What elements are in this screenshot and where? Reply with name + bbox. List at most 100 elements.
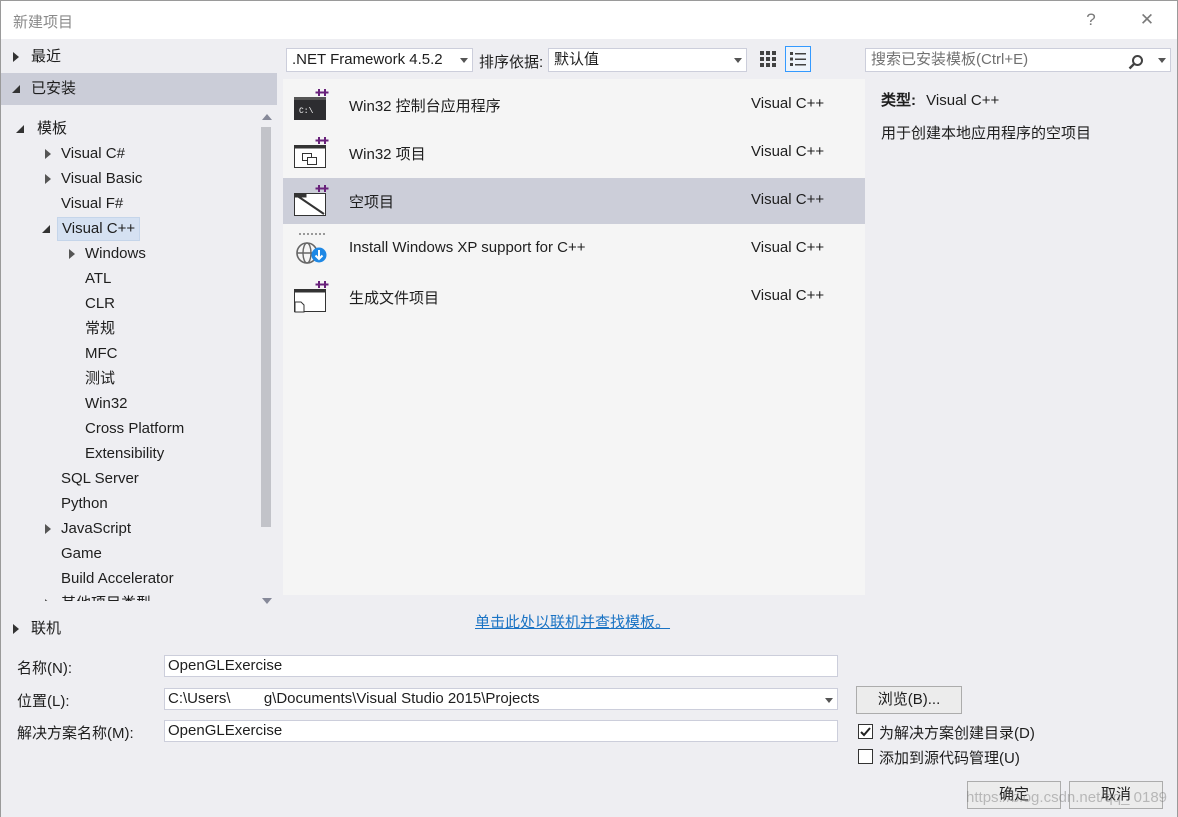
tree-item[interactable]: Visual F# — [1, 192, 257, 216]
tree-item-label: ATL — [85, 270, 112, 287]
description-text: 用于创建本地应用程序的空项目 — [881, 125, 1092, 142]
create-directory-checkbox[interactable] — [858, 724, 873, 739]
tree-item[interactable]: JavaScript — [1, 517, 257, 541]
solution-name-input[interactable]: OpenGLExercise — [164, 720, 838, 742]
expand-arrow-icon[interactable] — [45, 524, 51, 534]
project-name-input[interactable]: OpenGLExercise — [164, 655, 838, 677]
expand-arrow-icon[interactable] — [45, 174, 51, 184]
browse-button[interactable]: 浏览(B)... — [856, 686, 962, 714]
online-node[interactable]: 联机 — [1, 613, 277, 645]
tree-item-label: Cross Platform — [85, 420, 185, 437]
grid-view-icon — [760, 51, 776, 67]
location-combobox[interactable]: C:\Users\ g\Documents\Visual Studio 2015… — [164, 688, 838, 710]
tree-item[interactable]: Cross Platform — [1, 417, 257, 441]
help-button[interactable]: ? — [1079, 8, 1103, 32]
template-item[interactable]: Install Windows XP support for C++ Visual… — [283, 226, 865, 272]
expand-arrow-icon[interactable] — [45, 599, 51, 601]
tree-item-label: SQL Server — [61, 470, 139, 487]
template-language: Visual C++ — [751, 95, 825, 112]
sort-label: 排序依据: — [479, 54, 544, 71]
template-language: Visual C++ — [751, 143, 825, 160]
svg-text:C:\: C:\ — [299, 107, 314, 116]
template-name: 空项目 — [349, 194, 395, 211]
template-tree-pane: 最近 已安装 模板 Visual C# Visual Basic Visual F# V… — [1, 39, 277, 649]
type-row: 类型: Visual C++ — [881, 89, 1171, 110]
title-bar: 新建项目 ? ✕ — [1, 1, 1177, 39]
tree-item[interactable]: MFC — [1, 342, 257, 366]
chevron-down-icon[interactable] — [1158, 58, 1166, 63]
tree-item[interactable]: 测试 — [1, 367, 257, 391]
installed-node[interactable]: 已安装 — [1, 73, 277, 105]
tree-item[interactable]: Visual C++ — [1, 217, 257, 241]
scrollbar-thumb[interactable] — [261, 127, 271, 527]
tree-item-label: Visual C# — [61, 145, 125, 162]
expand-arrow-icon — [13, 52, 19, 62]
expand-arrow-icon — [13, 624, 19, 634]
tree-item[interactable]: Windows — [1, 242, 257, 266]
tree-item[interactable]: 模板 — [1, 117, 257, 141]
source-control-label[interactable]: 添加到源代码管理(U) — [879, 747, 1020, 768]
tree-item-label: Windows — [85, 245, 146, 262]
template-name: 生成文件项目 — [349, 290, 440, 307]
sort-dropdown[interactable]: 默认值 — [548, 48, 747, 72]
template-item[interactable]: C:\ Win32 控制台应用程序 Visual C++ — [283, 82, 865, 128]
tree-item[interactable]: Game — [1, 542, 257, 566]
small-icons-view-button[interactable] — [755, 46, 781, 72]
online-label: 联机 — [31, 620, 62, 637]
close-button[interactable]: ✕ — [1135, 8, 1159, 32]
template-search-input[interactable]: 搜索已安装模板(Ctrl+E) — [865, 48, 1171, 72]
tree-item[interactable]: Build Accelerator — [1, 567, 257, 591]
tree-item[interactable]: 其他项目类型 — [1, 592, 257, 601]
solution-name-label: 解决方案名称(M): — [17, 725, 134, 742]
scroll-up-icon[interactable] — [261, 113, 273, 121]
watermark: https://blog.csdn.net/qq_ 0189 — [966, 789, 1167, 806]
create-directory-label[interactable]: 为解决方案创建目录(D) — [879, 722, 1035, 743]
template-name: Win32 控制台应用程序 — [349, 98, 501, 115]
template-language: Visual C++ — [751, 239, 825, 256]
checkmark-icon — [860, 727, 871, 737]
recent-node[interactable]: 最近 — [1, 41, 277, 73]
template-description: 类型: Visual C++ 用于创建本地应用程序的空项目 — [881, 89, 1171, 143]
chevron-down-icon[interactable] — [825, 698, 833, 703]
template-item[interactable]: 空项目 Visual C++ — [283, 178, 865, 224]
expand-arrow-icon[interactable] — [45, 149, 51, 159]
tree-item[interactable]: Win32 — [1, 392, 257, 416]
tree-item[interactable]: Visual Basic — [1, 167, 257, 191]
console-app-icon: C:\ — [293, 88, 329, 122]
template-item[interactable]: 生成文件项目 Visual C++ — [283, 274, 865, 320]
tree-item-label: 测试 — [85, 370, 116, 387]
list-view-icon — [790, 52, 806, 66]
tree-item[interactable]: 常规 — [1, 317, 257, 341]
find-online-templates-link[interactable]: 单击此处以联机并查找模板。 — [475, 611, 670, 632]
template-tree: 模板 Visual C# Visual Basic Visual F# Visual C… — [1, 117, 257, 601]
makefile-project-icon — [293, 280, 329, 314]
template-item[interactable]: Win32 项目 Visual C++ — [283, 130, 865, 176]
location-value: C:\Users\ g\Documents\Visual Studio 2015… — [168, 690, 540, 707]
scroll-down-icon[interactable] — [261, 597, 273, 605]
expand-arrow-icon[interactable] — [69, 249, 75, 259]
tree-item-label: 模板 — [37, 120, 68, 137]
tree-item-label: 其他项目类型 — [61, 592, 151, 601]
tree-item[interactable]: ATL — [1, 267, 257, 291]
globe-download-icon — [293, 232, 329, 266]
tree-item-label: CLR — [85, 295, 116, 312]
tree-scrollbar[interactable] — [257, 109, 277, 609]
collapse-arrow-icon[interactable] — [41, 224, 51, 234]
template-list: C:\ Win32 控制台应用程序 Visual C++ Win32 项目 Visual… — [283, 79, 865, 595]
tree-item[interactable]: Visual C# — [1, 142, 257, 166]
list-view-button[interactable] — [785, 46, 811, 72]
collapse-arrow-icon[interactable] — [15, 124, 25, 134]
tree-item-label: Win32 — [85, 395, 128, 412]
tree-item[interactable]: SQL Server — [1, 467, 257, 491]
framework-dropdown[interactable]: .NET Framework 4.5.2 — [286, 48, 473, 72]
source-control-checkbox[interactable] — [858, 749, 873, 764]
tree-item[interactable]: CLR — [1, 292, 257, 316]
tree-item-label: Game — [61, 545, 102, 562]
tree-item[interactable]: Python — [1, 492, 257, 516]
search-placeholder: 搜索已安装模板(Ctrl+E) — [871, 51, 1029, 68]
new-project-dialog: 新建项目 ? ✕ 最近 已安装 模板 Visual C# Visual Basic V… — [0, 0, 1178, 817]
installed-label: 已安装 — [31, 80, 77, 97]
tree-item[interactable]: Extensibility — [1, 442, 257, 466]
search-icon[interactable] — [1128, 54, 1144, 70]
collapse-arrow-icon — [12, 85, 20, 93]
